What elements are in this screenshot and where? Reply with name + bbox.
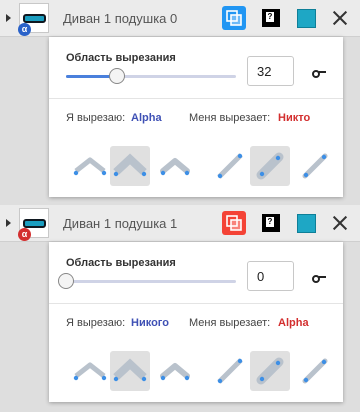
close-icon[interactable]: [331, 214, 349, 232]
clips-value-link[interactable]: Alpha: [131, 112, 162, 124]
corner-thin-icon: [73, 157, 107, 176]
clip-mask-icon: [222, 215, 246, 239]
clipped-by-value-link[interactable]: Никто: [278, 112, 310, 124]
clip-area-input[interactable]: [247, 261, 294, 291]
slider-knob[interactable]: [58, 273, 74, 289]
clip-mode-button[interactable]: [70, 351, 110, 391]
clip-mode-button[interactable]: [110, 351, 150, 391]
cushion-preview: [23, 219, 46, 228]
corner-round-icon: [160, 363, 190, 381]
edge-thin-icon: [217, 153, 243, 179]
layer-name[interactable]: Диван 1 подушка 1: [63, 216, 177, 231]
alpha-badge: α: [18, 23, 31, 36]
clip-mode-button[interactable]: [155, 351, 195, 391]
clipping-toggle-button[interactable]: [222, 6, 246, 30]
expand-arrow-icon[interactable]: [6, 14, 11, 22]
alpha-badge: α: [18, 228, 31, 241]
key-icon[interactable]: [312, 67, 326, 78]
clips-label: Я вырезаю:: [66, 317, 126, 329]
clipped-by-value-link[interactable]: Alpha: [278, 317, 309, 329]
corner-wide-icon: [113, 153, 147, 177]
layer-header[interactable]: α Диван 1 подушка 1 ?: [0, 205, 360, 242]
question-icon: ?: [266, 12, 274, 22]
clip-area-slider[interactable]: [58, 273, 236, 289]
question-icon: ?: [266, 217, 274, 227]
clip-mode-button[interactable]: [155, 146, 195, 186]
clip-area-label: Область вырезания: [66, 257, 176, 269]
clip-mode-button[interactable]: [210, 146, 250, 186]
clip-mode-button[interactable]: [250, 146, 290, 186]
clipped-by-label: Меня вырезает:: [189, 112, 271, 124]
corner-thin-icon: [73, 362, 107, 381]
clip-mode-button[interactable]: [295, 351, 335, 391]
clip-area-slider[interactable]: [66, 68, 236, 84]
clip-mode-button[interactable]: [250, 351, 290, 391]
edge-thin-icon: [217, 358, 243, 384]
corner-round-icon: [160, 158, 190, 176]
edge-round-icon: [302, 358, 328, 384]
layer-header[interactable]: α Диван 1 подушка 0 ?: [0, 0, 360, 37]
slider-knob[interactable]: [109, 68, 125, 84]
clip-area-input[interactable]: [247, 56, 294, 86]
clipped-by-label: Меня вырезает:: [189, 317, 271, 329]
divider: [49, 98, 343, 99]
clips-label: Я вырезаю:: [66, 112, 126, 124]
edge-round-icon: [302, 153, 328, 179]
color-swatch[interactable]: [297, 9, 316, 28]
close-icon[interactable]: [331, 9, 349, 27]
color-swatch[interactable]: [297, 214, 316, 233]
edge-wide-icon: [256, 152, 284, 180]
clip-mode-button[interactable]: [70, 146, 110, 186]
corner-wide-icon: [113, 358, 147, 382]
clip-mask-icon: [222, 10, 246, 34]
clip-mode-button[interactable]: [110, 146, 150, 186]
help-button[interactable]: ?: [262, 9, 280, 27]
clipping-settings-card: Область вырезания Я вырезаю: Никого Меня…: [49, 242, 343, 402]
clipping-toggle-button[interactable]: [222, 211, 246, 235]
clips-value-link[interactable]: Никого: [131, 317, 169, 329]
clipping-settings-card: Область вырезания Я вырезаю: Alpha Меня …: [49, 37, 343, 197]
key-icon[interactable]: [312, 272, 326, 283]
clip-area-label: Область вырезания: [66, 52, 176, 64]
layer-name[interactable]: Диван 1 подушка 0: [63, 11, 177, 26]
cushion-preview: [23, 14, 46, 23]
divider: [49, 303, 343, 304]
edge-wide-icon: [256, 357, 284, 385]
clip-mode-button[interactable]: [295, 146, 335, 186]
help-button[interactable]: ?: [262, 214, 280, 232]
clip-mode-button[interactable]: [210, 351, 250, 391]
expand-arrow-icon[interactable]: [6, 219, 11, 227]
